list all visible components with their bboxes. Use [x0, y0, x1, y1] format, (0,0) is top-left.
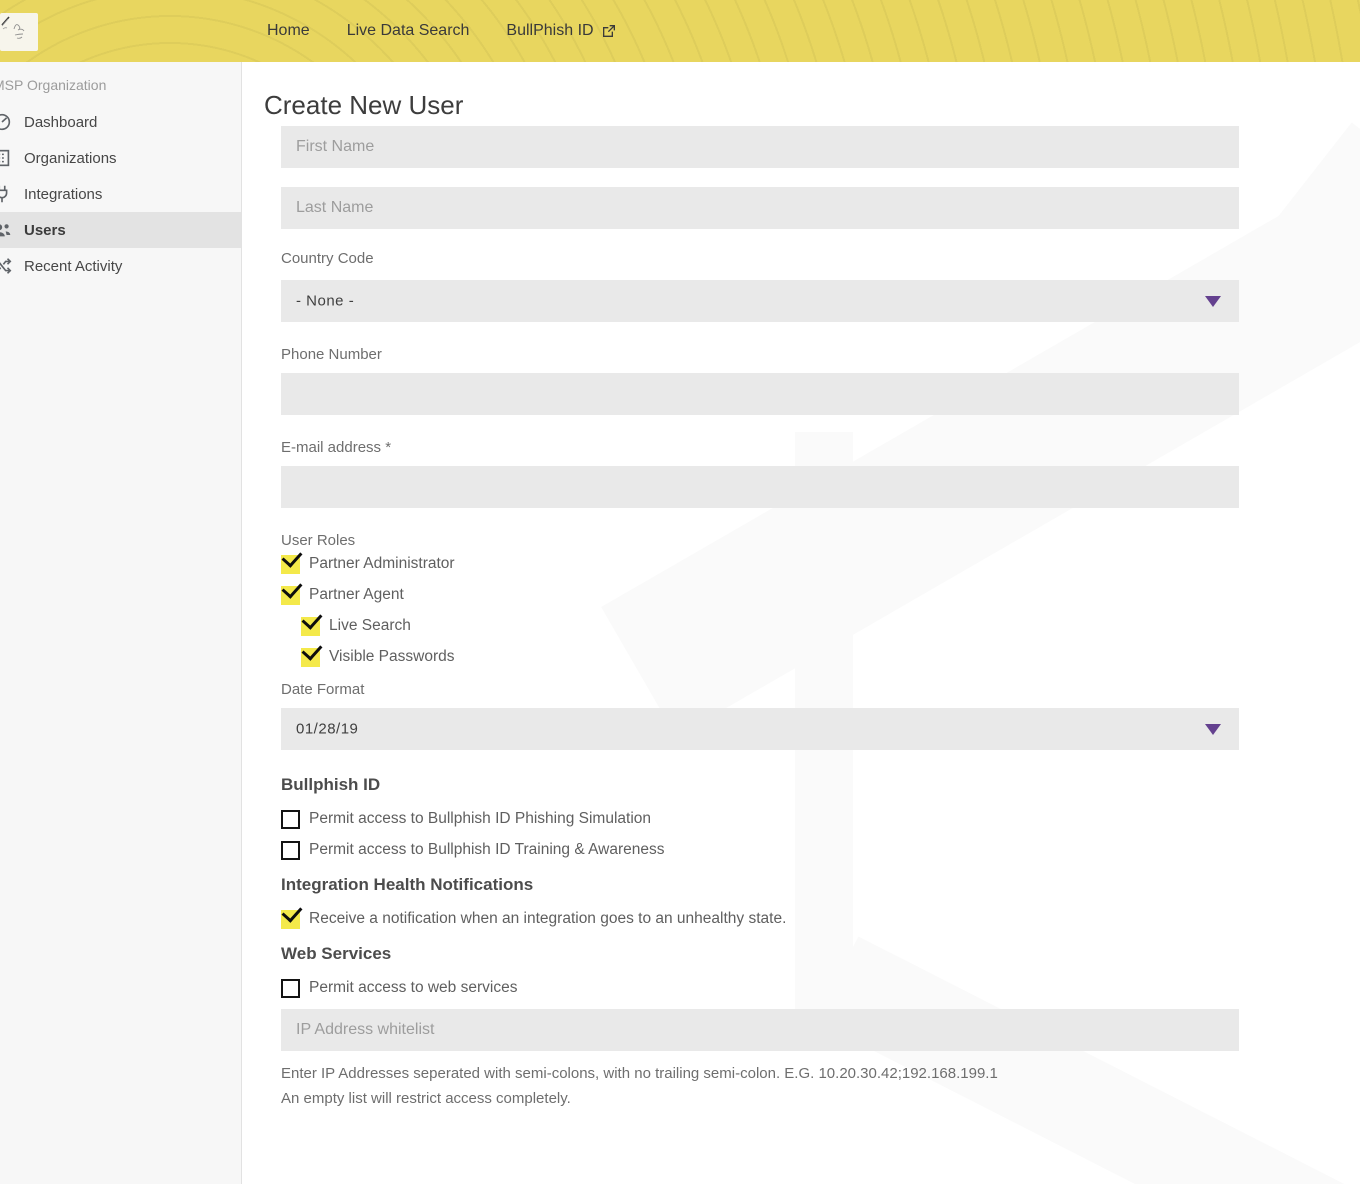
- phone-number-input[interactable]: [281, 373, 1239, 415]
- checkbox-label: Permit access to Bullphish ID Phishing S…: [309, 810, 651, 828]
- checkbox-label: Visible Passwords: [329, 648, 455, 666]
- nav-item-home[interactable]: Home: [267, 22, 310, 40]
- sidebar-item-dashboard[interactable]: Dashboard: [0, 104, 241, 140]
- checkbox-row-visible-passwords[interactable]: Visible Passwords: [301, 647, 1239, 667]
- date-format-label: Date Format: [281, 680, 1239, 700]
- date-format-value: 01/28/19: [296, 721, 358, 738]
- section-title-bullphish-id: Bullphish ID: [281, 774, 1239, 796]
- checkbox-phishing-simulation[interactable]: [281, 810, 300, 829]
- nav-item-bullphish-id[interactable]: BullPhish ID: [506, 22, 616, 40]
- sidebar-item-label: Dashboard: [24, 114, 97, 131]
- checkbox-row-live-search[interactable]: Live Search: [301, 616, 1239, 636]
- checkbox-row-unhealthy-notification[interactable]: Receive a notification when an integrati…: [281, 909, 1239, 929]
- main-content: Create New User Country Code - None - Ph…: [243, 62, 1360, 1184]
- checkbox-live-search[interactable]: [301, 617, 320, 636]
- section-title-web-services: Web Services: [281, 943, 1239, 965]
- sidebar-item-integrations[interactable]: Integrations: [0, 176, 241, 212]
- sidebar-item-recent-activity[interactable]: Recent Activity: [0, 248, 241, 284]
- date-format-select[interactable]: 01/28/19: [281, 708, 1239, 750]
- checkbox-training-awareness[interactable]: [281, 841, 300, 860]
- chevron-down-icon: [1205, 296, 1221, 307]
- sidebar-item-label: Users: [24, 222, 66, 239]
- checkbox-partner-agent[interactable]: [281, 586, 300, 605]
- ip-help-line-2: An empty list will restrict access compl…: [281, 1086, 1239, 1111]
- sidebar-item-label: Organizations: [24, 150, 117, 167]
- checkbox-row-training-awareness[interactable]: Permit access to Bullphish ID Training &…: [281, 840, 1239, 860]
- app-window: Home Live Data Search BullPhish ID MSP O…: [0, 0, 1360, 1184]
- people-icon: [0, 219, 16, 241]
- nav-live-data-search-label: Live Data Search: [347, 22, 470, 40]
- ip-help-line-1: Enter IP Addresses seperated with semi-c…: [281, 1061, 1239, 1086]
- ip-whitelist-help: Enter IP Addresses seperated with semi-c…: [281, 1061, 1239, 1111]
- phone-number-label: Phone Number: [281, 345, 1239, 365]
- user-roles-label: User Roles: [281, 531, 1239, 551]
- sidebar-org-label: MSP Organization: [0, 77, 241, 97]
- nav-home-label: Home: [267, 22, 310, 40]
- checkbox-label: Partner Administrator: [309, 555, 455, 573]
- dashboard-gauge-icon: [0, 111, 16, 133]
- sidebar-item-users[interactable]: Users: [0, 212, 241, 248]
- country-code-label: Country Code: [281, 249, 1239, 269]
- checkbox-partner-administrator[interactable]: [281, 555, 300, 574]
- checkbox-unhealthy-notification[interactable]: [281, 910, 300, 929]
- page-title: Create New User: [264, 88, 1239, 122]
- checkbox-row-partner-administrator[interactable]: Partner Administrator: [281, 554, 1239, 574]
- section-title-integration-health: Integration Health Notifications: [281, 874, 1239, 896]
- last-name-input[interactable]: [281, 187, 1239, 229]
- sidebar-item-label: Integrations: [24, 186, 102, 203]
- sidebar-item-label: Recent Activity: [24, 258, 122, 275]
- checkbox-label: Live Search: [329, 617, 411, 635]
- nav-bullphish-label: BullPhish ID: [506, 22, 593, 40]
- email-input[interactable]: [281, 466, 1239, 508]
- sidebar-menu: Dashboard Organizations Integrations Use…: [0, 104, 241, 284]
- checkbox-label: Receive a notification when an integrati…: [309, 910, 786, 928]
- building-icon: [0, 147, 16, 169]
- sidebar: MSP Organization Dashboard Organizations: [0, 62, 242, 1184]
- checkbox-row-phishing-simulation[interactable]: Permit access to Bullphish ID Phishing S…: [281, 809, 1239, 829]
- checkbox-label: Partner Agent: [309, 586, 404, 604]
- plug-icon: [0, 183, 16, 205]
- country-code-select[interactable]: - None -: [281, 280, 1239, 322]
- shuffle-icon: [0, 255, 16, 277]
- nav-menu: Home Live Data Search BullPhish ID: [267, 0, 617, 62]
- app-logo[interactable]: [0, 13, 38, 51]
- checkbox-web-services[interactable]: [281, 979, 300, 998]
- nav-item-live-data-search[interactable]: Live Data Search: [347, 22, 470, 40]
- top-navigation-bar: Home Live Data Search BullPhish ID: [0, 0, 1360, 62]
- logo-glyph-icon: [0, 13, 38, 51]
- checkbox-label: Permit access to web services: [309, 979, 517, 997]
- create-user-form: Create New User Country Code - None - Ph…: [243, 88, 1239, 1111]
- ip-whitelist-input[interactable]: [281, 1009, 1239, 1051]
- checkbox-row-partner-agent[interactable]: Partner Agent: [281, 585, 1239, 605]
- sidebar-item-organizations[interactable]: Organizations: [0, 140, 241, 176]
- country-code-value: - None -: [296, 293, 354, 310]
- chevron-down-icon: [1205, 724, 1221, 735]
- checkbox-label: Permit access to Bullphish ID Training &…: [309, 841, 665, 859]
- first-name-input[interactable]: [281, 126, 1239, 168]
- checkbox-row-web-services[interactable]: Permit access to web services: [281, 978, 1239, 998]
- external-link-icon: [601, 23, 617, 39]
- checkbox-visible-passwords[interactable]: [301, 648, 320, 667]
- email-label: E-mail address *: [281, 438, 1239, 458]
